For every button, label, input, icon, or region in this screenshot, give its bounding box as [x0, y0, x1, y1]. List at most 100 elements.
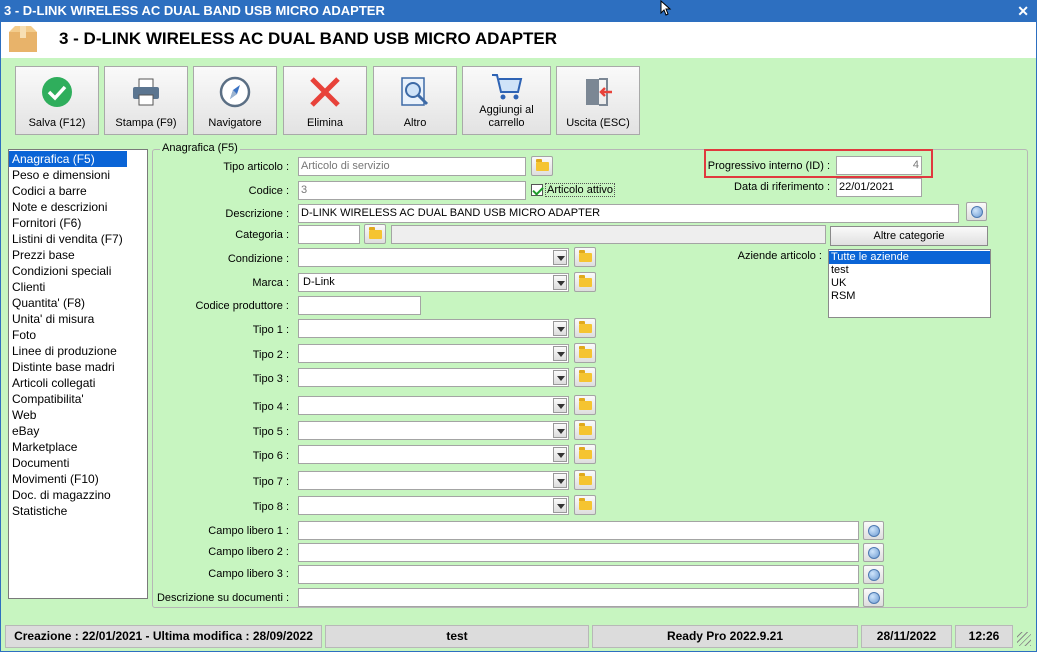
descrizione-documenti-label: Descrizione su documenti : — [156, 592, 289, 604]
tipo-8-folder-button[interactable] — [574, 495, 596, 515]
sidebar-item-foto[interactable]: Foto — [9, 327, 147, 343]
altre-categorie-button[interactable]: Altre categorie — [830, 226, 988, 246]
tipo-6-folder-button[interactable] — [574, 444, 596, 464]
codice-field[interactable]: 3 — [298, 181, 526, 200]
add-to-cart-label: Aggiungi al carrello — [463, 104, 550, 130]
tipo-7-folder-button[interactable] — [574, 470, 596, 490]
tipo-8-select[interactable] — [298, 496, 569, 515]
codice-label: Codice : — [248, 185, 289, 197]
tipo-2-select[interactable] — [298, 344, 569, 363]
tipo-5-folder-button[interactable] — [574, 420, 596, 440]
resize-grip-icon[interactable] — [1017, 632, 1031, 646]
tipo-5-select[interactable] — [298, 421, 569, 440]
articolo-attivo-checkbox[interactable] — [531, 184, 543, 196]
tipo-articolo-folder-button[interactable] — [531, 156, 553, 176]
categoria-code-field[interactable] — [298, 225, 360, 244]
azienda-option[interactable]: UK — [829, 277, 990, 290]
delete-button[interactable]: Elimina — [283, 66, 367, 135]
sidebar-item-marketplace[interactable]: Marketplace — [9, 439, 147, 455]
sidebar-item-prezzi-base[interactable]: Prezzi base — [9, 247, 147, 263]
sidebar-item-condizioni-speciali[interactable]: Condizioni speciali — [9, 263, 147, 279]
progressivo-field[interactable]: 4 — [836, 156, 922, 175]
chevron-down-icon — [553, 447, 567, 462]
printer-icon — [133, 78, 159, 106]
campo-libero-1-field[interactable] — [298, 521, 859, 540]
tipo-7-label: Tipo 7 : — [252, 476, 289, 488]
tipo-articolo-field[interactable]: Articolo di servizio — [298, 157, 526, 176]
marca-value: D-Link — [303, 276, 335, 288]
tipo-1-folder-button[interactable] — [574, 318, 596, 338]
articolo-attivo-label[interactable]: Articolo attivo — [545, 183, 616, 197]
descrizione-documenti-translate-button[interactable] — [863, 588, 884, 607]
tipo-3-folder-button[interactable] — [574, 367, 596, 387]
exit-door-icon — [586, 78, 612, 106]
status-time: 12:26 — [955, 625, 1013, 648]
print-button[interactable]: Stampa (F9) — [104, 66, 188, 135]
sidebar-item-quantita[interactable]: Quantita' (F8) — [9, 295, 147, 311]
status-version: Ready Pro 2022.9.21 — [592, 625, 858, 648]
marca-select[interactable]: D-Link — [298, 273, 569, 292]
more-button[interactable]: Altro — [373, 66, 457, 135]
add-to-cart-label-line2: carrello — [488, 117, 525, 129]
tipo-6-label: Tipo 6 : — [252, 450, 289, 462]
sidebar-item-ebay[interactable]: eBay — [9, 423, 147, 439]
marca-folder-button[interactable] — [574, 272, 596, 292]
navigator-button[interactable]: Navigatore — [193, 66, 277, 135]
sidebar-item-movimenti[interactable]: Movimenti (F10) — [9, 471, 147, 487]
window-title: 3 - D-LINK WIRELESS AC DUAL BAND USB MIC… — [4, 3, 385, 18]
sidebar-item-anagrafica[interactable]: Anagrafica (F5) — [9, 151, 127, 167]
red-x-icon — [310, 77, 340, 107]
close-icon[interactable]: ✕ — [1017, 0, 1029, 22]
campo-libero-1-translate-button[interactable] — [863, 521, 884, 540]
sidebar-item-linee-produzione[interactable]: Linee di produzione — [9, 343, 147, 359]
descrizione-translate-button[interactable] — [966, 202, 987, 221]
chevron-down-icon — [553, 275, 567, 290]
campo-libero-2-field[interactable] — [298, 543, 859, 562]
tipo-7-select[interactable] — [298, 471, 569, 490]
campo-libero-2-translate-button[interactable] — [863, 543, 884, 562]
aziende-listbox[interactable]: Tutte le aziende test UK RSM — [828, 249, 991, 318]
tipo-2-folder-button[interactable] — [574, 343, 596, 363]
tipo-3-select[interactable] — [298, 368, 569, 387]
print-label: Stampa (F9) — [115, 117, 177, 129]
sidebar-item-note-descrizioni[interactable]: Note e descrizioni — [9, 199, 147, 215]
campo-libero-3-field[interactable] — [298, 565, 859, 584]
azienda-option[interactable]: Tutte le aziende — [829, 251, 990, 264]
exit-button[interactable]: Uscita (ESC) — [556, 66, 640, 135]
sidebar-item-peso-dimensioni[interactable]: Peso e dimensioni — [9, 167, 147, 183]
sidebar-item-doc-magazzino[interactable]: Doc. di magazzino — [9, 487, 147, 503]
campo-libero-3-translate-button[interactable] — [863, 565, 884, 584]
condizione-select[interactable] — [298, 248, 569, 267]
azienda-option[interactable]: test — [829, 264, 990, 277]
azienda-option[interactable]: RSM — [829, 290, 990, 303]
descrizione-documenti-field[interactable] — [298, 588, 859, 607]
folder-icon — [536, 159, 549, 171]
group-title: Anagrafica (F5) — [160, 142, 240, 154]
status-user: test — [325, 625, 589, 648]
sidebar-item-statistiche[interactable]: Statistiche — [9, 503, 147, 519]
sidebar-item-codici-barre[interactable]: Codici a barre — [9, 183, 147, 199]
save-button[interactable]: Salva (F12) — [15, 66, 99, 135]
condizione-folder-button[interactable] — [574, 247, 596, 267]
categoria-folder-button[interactable] — [364, 224, 386, 244]
sidebar-item-listini-vendita[interactable]: Listini di vendita (F7) — [9, 231, 147, 247]
sidebar-item-distinte-base[interactable]: Distinte base madri — [9, 359, 147, 375]
tipo-4-folder-button[interactable] — [574, 395, 596, 415]
tipo-6-select[interactable] — [298, 445, 569, 464]
sidebar-item-unita-misura[interactable]: Unita' di misura — [9, 311, 147, 327]
sidebar-item-web[interactable]: Web — [9, 407, 147, 423]
campo-libero-1-label: Campo libero 1 : — [208, 525, 289, 537]
tipo-1-select[interactable] — [298, 319, 569, 338]
tipo-4-select[interactable] — [298, 396, 569, 415]
folder-icon — [579, 370, 592, 382]
descrizione-field[interactable]: D-LINK WIRELESS AC DUAL BAND USB MICRO A… — [298, 204, 959, 223]
sidebar-item-articoli-collegati[interactable]: Articoli collegati — [9, 375, 147, 391]
delete-label: Elimina — [306, 117, 344, 129]
sidebar-item-clienti[interactable]: Clienti — [9, 279, 147, 295]
add-to-cart-button[interactable]: Aggiungi al carrello — [462, 66, 551, 135]
sidebar-item-documenti[interactable]: Documenti — [9, 455, 147, 471]
data-riferimento-field[interactable]: 22/01/2021 — [836, 178, 922, 197]
sidebar-item-fornitori[interactable]: Fornitori (F6) — [9, 215, 147, 231]
sidebar-item-compatibilita[interactable]: Compatibilita' — [9, 391, 147, 407]
codice-produttore-field[interactable] — [298, 296, 421, 315]
